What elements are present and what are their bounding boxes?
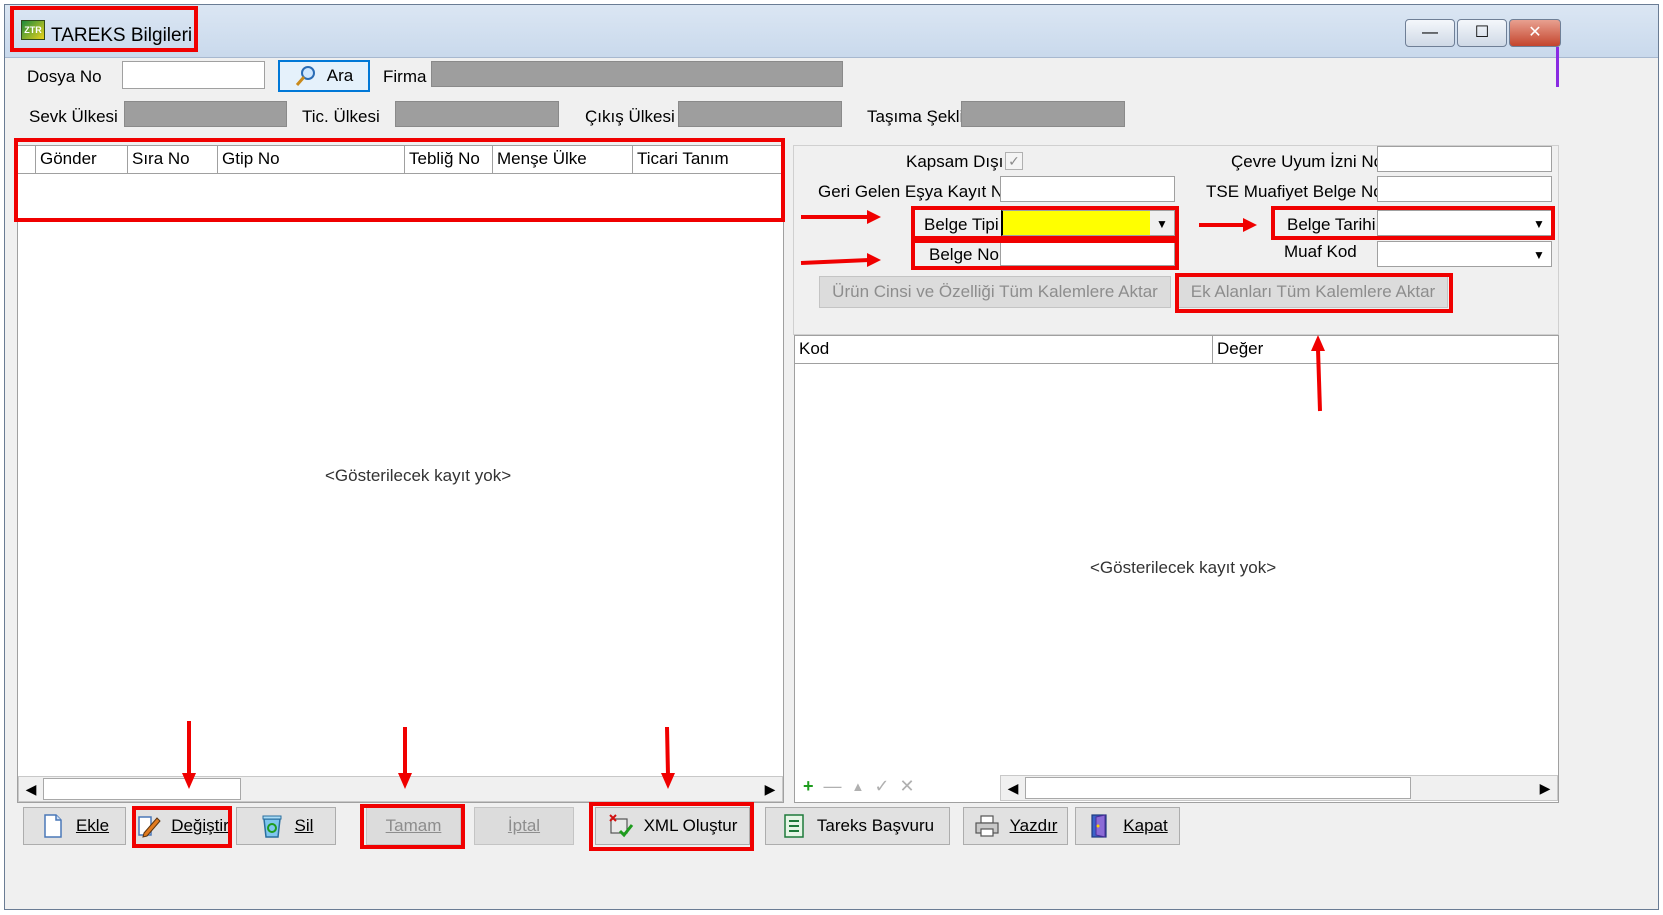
scroll-right-icon[interactable]: ▶ (758, 777, 782, 801)
tic-ulkesi-field (395, 101, 559, 127)
dosya-no-label: Dosya No (27, 67, 102, 86)
column-header-teblig-no[interactable]: Tebliğ No (405, 146, 493, 174)
grid-navigator: + — ▲ ✓ ✕ (803, 776, 915, 797)
belge-tarihi-combo[interactable]: ▼ (1377, 210, 1552, 236)
kapat-button[interactable]: Kapat (1075, 807, 1180, 845)
sevk-ulkesi-label: Sevk Ülkesi (29, 107, 118, 126)
app-logo-icon: ZTR (21, 20, 45, 40)
column-header-gtip-no[interactable]: Gtip No (218, 146, 405, 174)
sil-label: Sil (294, 816, 314, 835)
left-grid-header: Gönder Sıra No Gtip No Tebliğ No Menşe Ü… (18, 146, 781, 174)
column-header-sira-no[interactable]: Sıra No (128, 146, 218, 174)
tamam-label: Tamam (385, 816, 442, 835)
cevre-uyum-label: Çevre Uyum İzni No (1231, 152, 1384, 171)
iptal-button[interactable]: İptal (474, 807, 574, 845)
printer-icon (974, 815, 999, 837)
close-window-button[interactable]: ✕ (1509, 19, 1561, 47)
right-grid-empty-message: <Gösterilecek kayıt yok> (1090, 558, 1277, 577)
scroll-left-icon[interactable]: ◀ (1001, 776, 1025, 800)
move-up-icon[interactable]: ▲ (852, 776, 865, 797)
cancel-row-icon[interactable]: ✕ (899, 776, 914, 797)
xml-export-icon (608, 814, 633, 838)
tasima-sekli-label: Taşıma Şekli (867, 107, 964, 126)
kapsam-disi-label: Kapsam Dışı (906, 152, 1004, 171)
firma-label: Firma (383, 67, 427, 86)
yazdir-button[interactable]: Yazdır (963, 807, 1068, 845)
belge-no-label: Belge No (929, 245, 999, 264)
muaf-kod-combo[interactable]: ▼ (1377, 241, 1552, 267)
muaf-kod-label: Muaf Kod (1284, 242, 1357, 261)
degistir-label: Değiştir (171, 816, 229, 835)
maximize-button[interactable]: ☐ (1457, 19, 1507, 47)
column-header-kod[interactable]: Kod (795, 336, 1213, 364)
column-header-ticari-tanim[interactable]: Ticari Tanım (633, 146, 781, 174)
xml-olustur-button[interactable]: XML Oluştur (595, 807, 750, 845)
tareks-basvuru-label: Tareks Başvuru (816, 816, 935, 835)
belge-tarihi-label: Belge Tarihi (1287, 215, 1376, 234)
list-document-icon (784, 814, 804, 838)
ekle-label: Ekle (75, 816, 110, 835)
cikis-ulkesi-label: Çıkış Ülkesi (585, 107, 675, 126)
ek-alanlari-aktar-button[interactable]: Ek Alanları Tüm Kalemlere Aktar (1178, 276, 1448, 308)
new-document-icon (44, 814, 62, 838)
tic-ulkesi-label: Tic. Ülkesi (302, 107, 380, 126)
urun-cinsi-aktar-button[interactable]: Ürün Cinsi ve Özelliği Tüm Kalemlere Akt… (819, 276, 1171, 308)
belge-no-input[interactable] (1000, 240, 1175, 266)
ek-alanlar-grid[interactable]: Kod Değer <Gösterilecek kayıt yok> + — ▲… (794, 335, 1559, 803)
row-indicator-column (18, 146, 36, 174)
right-scroll-thumb[interactable] (1025, 777, 1411, 799)
xml-olustur-label: XML Oluştur (643, 816, 738, 835)
degistir-button[interactable]: Değiştir (134, 807, 230, 845)
kapsam-disi-checkbox[interactable]: ✓ (1005, 152, 1023, 170)
ara-button[interactable]: Ara (278, 60, 370, 92)
left-scroll-thumb[interactable] (43, 778, 241, 800)
sevk-ulkesi-field (124, 101, 287, 127)
remove-row-icon[interactable]: — (824, 776, 842, 797)
belge-tipi-dropdown-icon[interactable]: ▼ (1150, 211, 1174, 235)
tareks-window: ZTR TAREKS Bilgileri — ☐ ✕ Dosya No Ara … (4, 4, 1659, 910)
edit-pencil-icon (138, 816, 161, 838)
accent-marker (1556, 47, 1559, 87)
tse-muafiyet-label: TSE Muafiyet Belge No (1206, 182, 1383, 201)
tareks-basvuru-button[interactable]: Tareks Başvuru (765, 807, 950, 845)
tareks-items-grid[interactable]: Gönder Sıra No Gtip No Tebliğ No Menşe Ü… (17, 145, 784, 803)
cevre-uyum-input[interactable] (1377, 146, 1552, 172)
belge-tipi-label: Belge Tipi (924, 215, 999, 234)
iptal-label: İptal (507, 816, 541, 835)
ara-label: Ara (326, 66, 354, 85)
left-grid-hscrollbar[interactable]: ◀ ▶ (18, 776, 783, 802)
kapat-label: Kapat (1123, 816, 1168, 835)
tse-muafiyet-input[interactable] (1377, 176, 1552, 202)
scroll-left-icon[interactable]: ◀ (19, 777, 43, 801)
dosya-no-input[interactable] (122, 61, 265, 89)
muaf-kod-dropdown-icon[interactable]: ▼ (1527, 242, 1551, 266)
ekle-button[interactable]: Ekle (23, 807, 126, 845)
add-row-icon[interactable]: + (803, 776, 814, 797)
right-grid-header: Kod Değer (795, 336, 1558, 364)
title-bar[interactable]: ZTR TAREKS Bilgileri — ☐ ✕ (5, 5, 1658, 58)
minimize-button[interactable]: — (1405, 19, 1455, 47)
left-grid-empty-message: <Gösterilecek kayıt yok> (325, 466, 512, 485)
recycle-bin-icon (262, 815, 282, 838)
belge-tipi-combo[interactable]: ▼ (1001, 210, 1175, 236)
confirm-row-icon[interactable]: ✓ (874, 776, 889, 797)
column-header-deger[interactable]: Değer (1213, 336, 1558, 364)
search-icon (295, 66, 315, 86)
column-header-gonder[interactable]: Gönder (36, 146, 128, 174)
column-header-mense-ulke[interactable]: Menşe Ülke (493, 146, 633, 174)
tasima-sekli-field (961, 101, 1125, 127)
geri-gelen-input[interactable] (1000, 176, 1175, 202)
scroll-right-icon[interactable]: ▶ (1533, 776, 1557, 800)
sil-button[interactable]: Sil (236, 807, 336, 845)
exit-door-icon (1091, 814, 1107, 838)
geri-gelen-label: Geri Gelen Eşya Kayıt No (818, 182, 1013, 201)
window-title: TAREKS Bilgileri (51, 25, 193, 46)
right-grid-hscrollbar[interactable]: ◀ ▶ (1000, 775, 1558, 801)
cikis-ulkesi-field (678, 101, 842, 127)
tamam-button[interactable]: Tamam (366, 807, 461, 845)
firma-field (431, 61, 843, 87)
belge-tarihi-dropdown-icon[interactable]: ▼ (1527, 211, 1551, 235)
yazdir-label: Yazdır (1009, 816, 1058, 835)
